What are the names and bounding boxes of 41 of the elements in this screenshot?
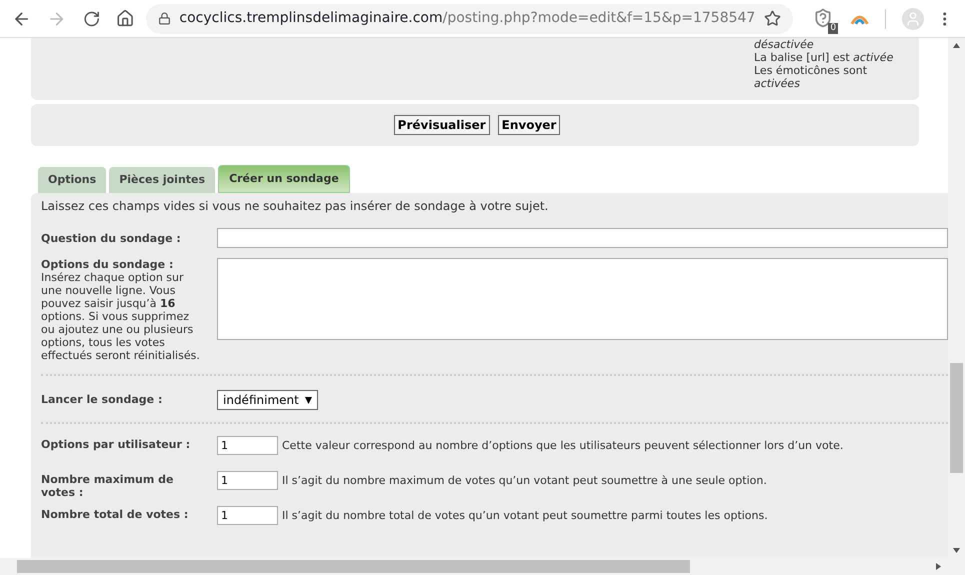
dropdown-arrow-icon — [304, 396, 312, 404]
duration-select[interactable]: indéfiniment — [217, 390, 318, 410]
lock-icon — [158, 12, 172, 25]
extension-badge: 0 — [828, 22, 838, 34]
vertical-scrollbar[interactable] — [948, 38, 965, 558]
field-label: Options par utilisateur : — [41, 437, 192, 451]
rainbow-icon[interactable] — [850, 12, 870, 24]
field-label: Options du sondage : — [41, 258, 174, 271]
setting-help-text: Il s’agit du nombre maximum de votes qu’un votant peut soumettre à une seule option. — [282, 473, 767, 489]
scrollbar-thumb[interactable] — [950, 363, 963, 473]
reload-icon[interactable] — [82, 10, 100, 28]
scroll-right-icon[interactable] — [936, 563, 941, 570]
horizontal-scrollbar[interactable] — [0, 558, 965, 575]
setting-help-text: Cette valeur correspond au nombre d’options que les utilisateurs peuvent sélectionner lors d’un vote. — [282, 438, 844, 454]
field-label: Question du sondage : — [41, 231, 182, 247]
options-textarea[interactable] — [217, 258, 948, 340]
field-label: Nombre total de votes : — [41, 507, 190, 521]
question-input[interactable] — [217, 228, 948, 248]
scrollbar-thumb[interactable] — [17, 560, 690, 573]
tab[interactable]: Pièces jointes — [109, 167, 216, 193]
options-help-text: Insérez chaque option sur une nouvelle ligne. Vous pouvez saisir jusqu’à 16 options. Si vous supprimez ou ajoutez une ou plusieurs options, tous les votes effectués seront réinitialisés. — [41, 271, 201, 362]
field-label: Nombre maximum de votes : — [41, 472, 174, 499]
setting-help-text: Il s’agit du nombre total de votes qu’un votant peut soumettre parmi toutes les options. — [282, 508, 768, 524]
scroll-down-icon[interactable] — [953, 548, 960, 553]
address-bar[interactable]: cocyclics.tremplinsdelimaginaire.com/posting.php?mode=edit&f=15&p=1758547 — [146, 4, 793, 34]
scroll-up-icon[interactable] — [953, 43, 960, 48]
bbcode-status-text: Les émoticônes sont activées — [754, 64, 868, 90]
submit-button[interactable]: Envoyer — [498, 115, 560, 135]
bbcode-status-text: La balise [url] est activée — [754, 51, 894, 64]
submit-button[interactable]: Prévisualiser — [394, 115, 490, 135]
number-input[interactable]: 1 — [217, 471, 278, 490]
bbcode-status-text: désactivée — [754, 38, 815, 51]
poll-intro-text: Laissez ces champs vides si vous ne souhaitez pas insérer de sondage à votre sujet. — [41, 198, 550, 214]
tab[interactable]: Créer un sondage — [218, 165, 350, 193]
home-icon[interactable] — [116, 9, 134, 28]
url-text: cocyclics.tremplinsdelimaginaire.com/posting.php?mode=edit&f=15&p=1758547 — [179, 9, 756, 28]
number-input[interactable]: 1 — [217, 506, 278, 525]
bookmark-star-icon[interactable] — [764, 10, 781, 27]
field-label: Lancer le sondage : — [41, 392, 164, 408]
tab[interactable]: Options — [38, 167, 106, 193]
number-input[interactable]: 1 — [217, 436, 278, 455]
